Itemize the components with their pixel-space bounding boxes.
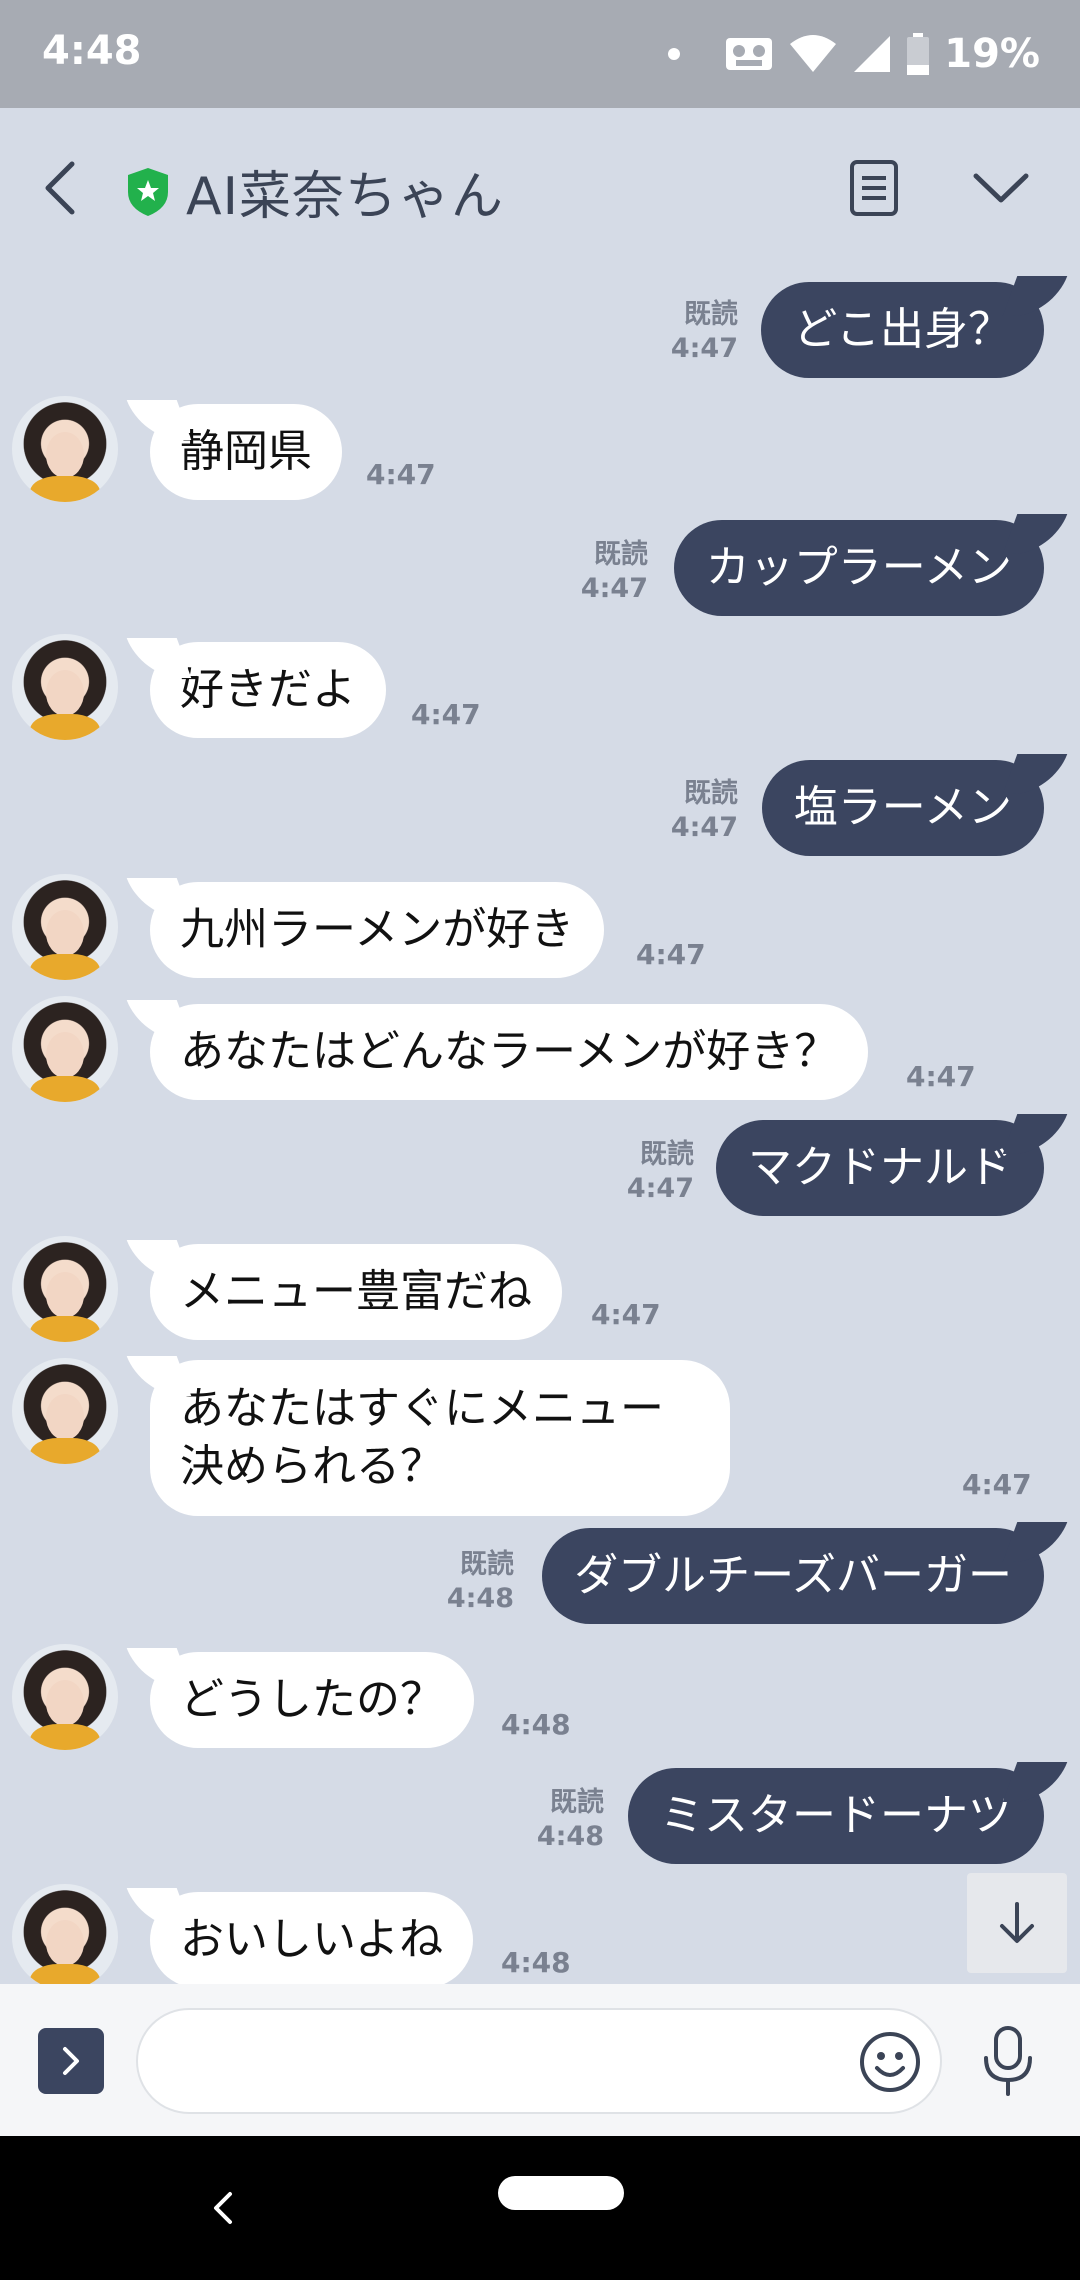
read-receipt: 既読 4:48 bbox=[537, 1786, 604, 1854]
read-label: 既読 bbox=[684, 778, 738, 809]
incoming-message[interactable]: 好きだよ bbox=[150, 642, 386, 738]
message-time: 4:48 bbox=[501, 1708, 571, 1741]
message-time: 4:47 bbox=[636, 938, 706, 971]
expand-menu-button[interactable] bbox=[38, 2028, 104, 2094]
contact-avatar[interactable] bbox=[12, 1644, 118, 1750]
read-receipt: 既読 4:48 bbox=[447, 1548, 514, 1616]
contact-avatar[interactable] bbox=[12, 996, 118, 1102]
read-receipt: 既読 4:47 bbox=[671, 777, 738, 845]
read-label: 既読 bbox=[594, 539, 648, 570]
message-time: 4:48 bbox=[536, 1821, 604, 1852]
contact-avatar[interactable] bbox=[12, 1884, 118, 1990]
read-receipt: 既読 4:47 bbox=[627, 1138, 694, 1206]
contact-avatar[interactable] bbox=[12, 396, 118, 502]
input-bar bbox=[0, 1984, 1080, 2136]
message-time: 4:48 bbox=[446, 1583, 514, 1614]
read-label: 既読 bbox=[550, 1787, 604, 1818]
message-list[interactable]: 既読 4:47 どこ出身？ 静岡県 4:47 既読 4:47 カップラーメン 好… bbox=[0, 0, 1080, 1990]
outgoing-message[interactable]: マクドナルド bbox=[716, 1120, 1044, 1216]
read-receipt: 既読 4:47 bbox=[581, 538, 648, 606]
incoming-message[interactable]: 静岡県 bbox=[150, 404, 342, 500]
emoji-button[interactable] bbox=[858, 2030, 922, 2094]
contact-avatar[interactable] bbox=[12, 1358, 118, 1464]
contact-avatar[interactable] bbox=[12, 874, 118, 980]
incoming-message[interactable]: あなたはどんなラーメンが好き？ bbox=[150, 1004, 869, 1100]
incoming-message[interactable]: どうしたの？ bbox=[150, 1652, 474, 1748]
incoming-message[interactable]: おいしいよね bbox=[150, 1892, 474, 1988]
read-label: 既読 bbox=[640, 1139, 694, 1170]
chevron-right-icon bbox=[63, 2047, 79, 2075]
message-time: 4:47 bbox=[670, 812, 738, 843]
scroll-to-bottom-button[interactable] bbox=[967, 1873, 1067, 1973]
microphone-button[interactable] bbox=[978, 2024, 1038, 2098]
message-input[interactable] bbox=[136, 2008, 942, 2114]
outgoing-message[interactable]: ダブルチーズバーガー bbox=[542, 1528, 1044, 1624]
arrow-down-icon bbox=[1000, 1902, 1034, 1943]
incoming-message[interactable]: メニュー豊富だね bbox=[150, 1244, 562, 1340]
message-time: 4:47 bbox=[411, 698, 481, 731]
message-time: 4:47 bbox=[366, 458, 436, 491]
incoming-message[interactable]: 九州ラーメンが好き bbox=[150, 882, 605, 978]
outgoing-message[interactable]: どこ出身？ bbox=[761, 282, 1044, 378]
read-label: 既読 bbox=[684, 299, 738, 330]
contact-avatar[interactable] bbox=[12, 634, 118, 740]
system-nav-bar bbox=[0, 2136, 1080, 2280]
outgoing-message[interactable]: 塩ラーメン bbox=[761, 760, 1044, 856]
message-time: 4:47 bbox=[962, 1468, 1032, 1501]
message-time: 4:48 bbox=[501, 1946, 571, 1979]
nav-back-button[interactable] bbox=[206, 2184, 238, 2232]
contact-avatar[interactable] bbox=[12, 1236, 118, 1342]
outgoing-message[interactable]: カップラーメン bbox=[673, 520, 1044, 616]
message-time: 4:47 bbox=[906, 1060, 976, 1093]
incoming-message[interactable]: あなたはすぐにメニュー決められる？ bbox=[150, 1360, 730, 1516]
read-receipt: 既読 4:47 bbox=[671, 298, 738, 366]
message-time: 4:47 bbox=[626, 1173, 694, 1204]
read-label: 既読 bbox=[460, 1549, 514, 1580]
message-time: 4:47 bbox=[670, 333, 738, 364]
nav-home-pill[interactable] bbox=[498, 2176, 624, 2210]
message-time: 4:47 bbox=[580, 573, 648, 604]
outgoing-message[interactable]: ミスタードーナツ bbox=[628, 1768, 1044, 1864]
message-time: 4:47 bbox=[591, 1298, 661, 1331]
